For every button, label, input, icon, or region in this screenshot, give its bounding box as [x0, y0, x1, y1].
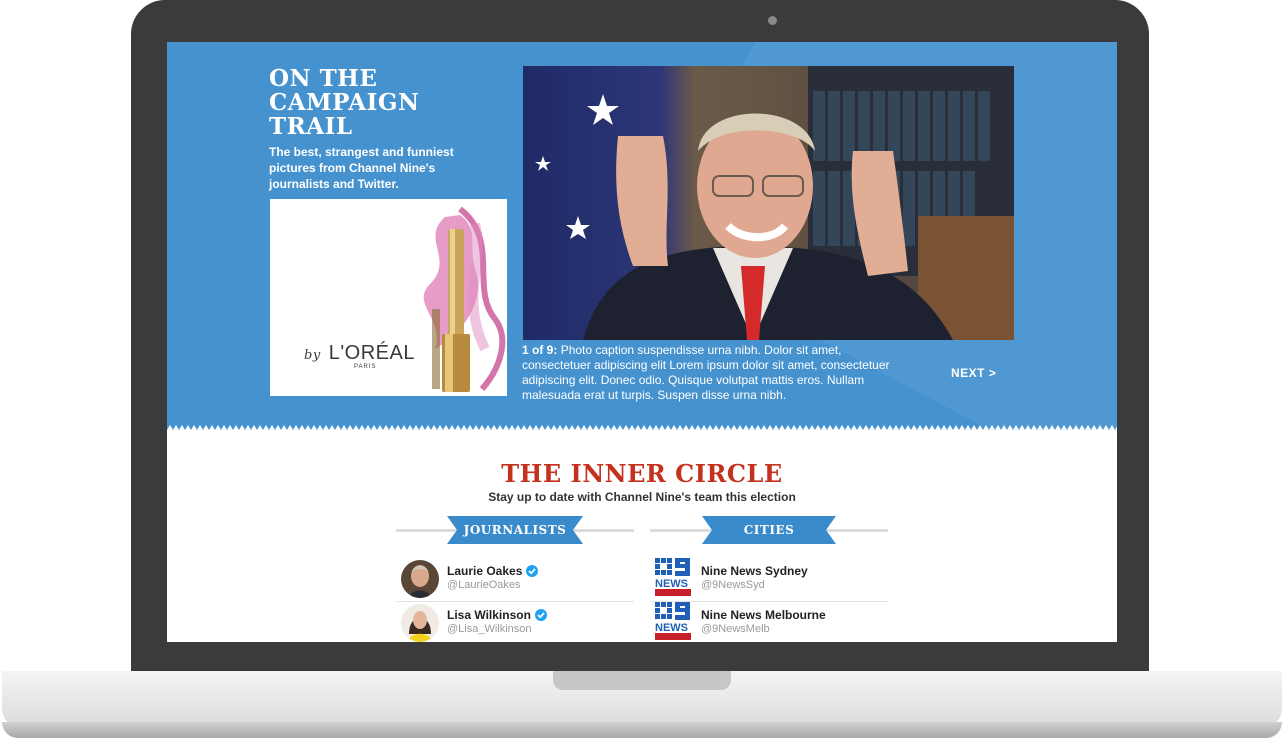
- journalist-name-text: Lisa Wilkinson: [447, 608, 531, 622]
- journalist-name-text: Laurie Oakes: [447, 564, 523, 578]
- ad-brand-text: L'ORÉAL: [328, 342, 415, 364]
- verified-badge-icon: [534, 609, 547, 621]
- screen: ON THE CAMPAIGN TRAIL The best, stranges…: [167, 42, 1117, 642]
- inner-circle-section: THE INNER CIRCLE Stay up to date with Ch…: [167, 430, 1117, 642]
- svg-text:NEWS: NEWS: [655, 578, 688, 590]
- inner-circle-title: THE INNER CIRCLE: [501, 459, 783, 488]
- lisa-wilkinson-avatar: [401, 604, 439, 642]
- sponsor-ad[interactable]: by L'ORÉAL PARIS: [270, 199, 507, 396]
- slide-caption-text: Photo caption suspendisse urna nibh. Dol…: [522, 343, 890, 402]
- politician-photo: [523, 66, 1014, 340]
- journalist-name: Lisa Wilkinson: [447, 608, 547, 622]
- campaign-trail-hero: ON THE CAMPAIGN TRAIL The best, stranges…: [167, 42, 1117, 576]
- avatar: [401, 604, 439, 642]
- slide-counter: 1 of 9:: [522, 343, 558, 357]
- hero-subtitle: The best, strangest and funniest picture…: [269, 145, 454, 191]
- city-name: Nine News Melbourne: [701, 608, 826, 622]
- city-row[interactable]: NEWS Nine News Melbourne @9NewsMelb: [650, 602, 888, 642]
- journalist-name: Laurie Oakes: [447, 564, 539, 578]
- slideshow-photo[interactable]: [523, 66, 1014, 340]
- loreal-logo: by L'ORÉAL: [304, 342, 415, 365]
- verified-badge-icon: [526, 565, 539, 577]
- hero-title-line: TRAIL: [269, 113, 353, 140]
- city-handle[interactable]: @9NewsMelb: [701, 623, 770, 635]
- journalists-ribbon[interactable]: JOURNALISTS: [447, 516, 583, 544]
- ad-city-text: PARIS: [354, 364, 377, 370]
- city-name: Nine News Sydney: [701, 564, 808, 578]
- nine-news-sydney-logo: NEWS: [655, 558, 691, 596]
- lipstick-illustration: [423, 206, 506, 392]
- svg-text:NEWS: NEWS: [655, 622, 688, 634]
- journalist-handle[interactable]: @LaurieOakes: [447, 579, 521, 591]
- ad-by-text: by: [304, 348, 321, 363]
- hero-title-line: CAMPAIGN: [269, 89, 420, 116]
- next-button[interactable]: NEXT >: [951, 366, 996, 380]
- journalist-row[interactable]: Lisa Wilkinson @Lisa_Wilkinson: [396, 602, 634, 642]
- cities-label: CITIES: [743, 523, 795, 537]
- hero-title: ON THE CAMPAIGN TRAIL: [269, 67, 499, 139]
- nine-news-melbourne-logo: NEWS: [655, 602, 691, 640]
- cities-ribbon[interactable]: CITIES: [702, 516, 836, 544]
- laurie-oakes-avatar: [401, 560, 439, 598]
- nine-news-logo-icon: NEWS: [655, 602, 691, 640]
- hero-title-line: ON THE: [269, 65, 378, 92]
- city-handle[interactable]: @9NewsSyd: [701, 579, 765, 591]
- inner-circle-subtitle: Stay up to date with Channel Nine's team…: [488, 490, 796, 504]
- camera-dot: [768, 16, 777, 25]
- avatar: [401, 560, 439, 598]
- laptop-notch: [553, 671, 731, 690]
- nine-news-logo-icon: NEWS: [655, 558, 691, 596]
- journalist-row[interactable]: Laurie Oakes @LaurieOakes: [396, 558, 634, 602]
- journalist-handle[interactable]: @Lisa_Wilkinson: [447, 623, 532, 635]
- city-row[interactable]: NEWS Nine News Sydney @9NewsSyd: [650, 558, 888, 602]
- slide-caption: 1 of 9: Photo caption suspendisse urna n…: [522, 343, 902, 403]
- journalists-label: JOURNALISTS: [463, 523, 567, 537]
- laptop-base-rim: [2, 722, 1282, 738]
